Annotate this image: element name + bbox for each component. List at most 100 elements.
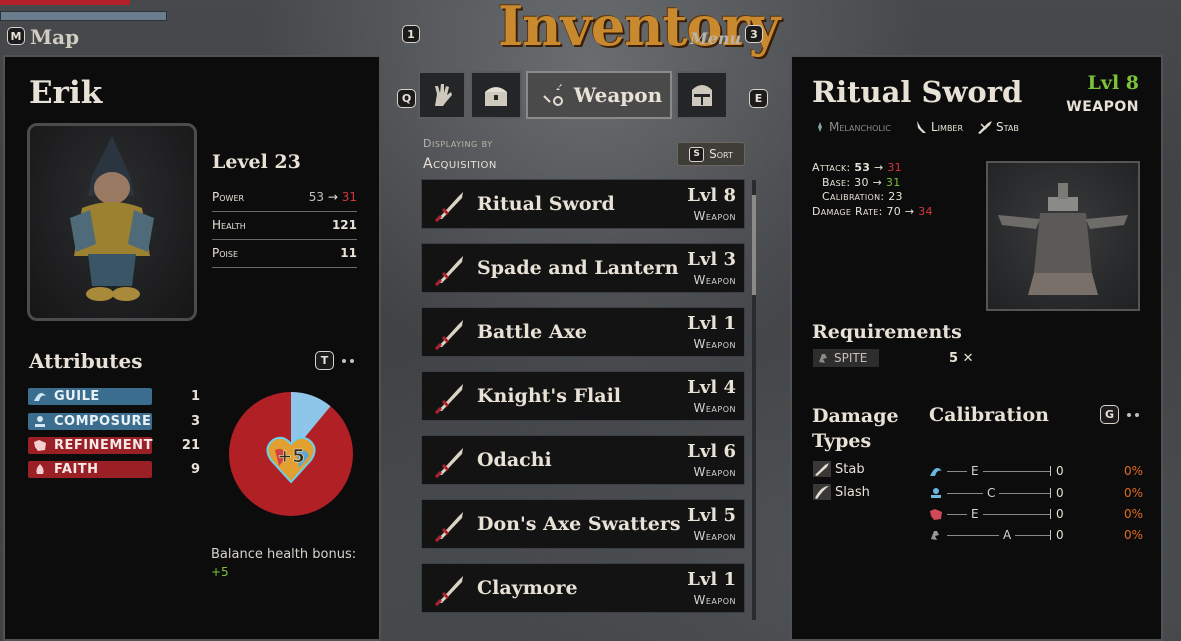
requirement-value: 5 ✕ [949, 351, 974, 366]
guile-icon [34, 392, 46, 401]
stat-value: 53 → 31 [308, 190, 357, 204]
attribute-refinement[interactable]: REFINEMENT [28, 437, 152, 454]
list-scroll-thumb[interactable] [752, 195, 756, 295]
tab-weapon[interactable]: Weapon [526, 71, 672, 119]
sword-icon [434, 448, 463, 479]
damage-type-slash: Slash [813, 484, 870, 500]
inventory-item[interactable]: Ritual Sword Lvl 8 Weapon [421, 179, 745, 229]
attribute-label: REFINEMENT [54, 438, 153, 453]
more-dots-icon[interactable] [1127, 413, 1139, 417]
calibration-row-refinement: E 0 0% [929, 506, 1149, 524]
composure-icon [35, 416, 45, 427]
item-level: Lvl 6 [687, 441, 736, 462]
faith-icon [36, 464, 44, 474]
balance-bonus-label: Balance health bonus: [211, 547, 357, 562]
refinement-icon [930, 509, 942, 520]
inventory-item[interactable]: Don's Axe Swatters Lvl 5 Weapon [421, 499, 745, 549]
tab-hand[interactable] [418, 71, 466, 119]
attributes-title: Attributes [29, 349, 143, 373]
chest-icon [485, 87, 507, 106]
sword-icon [434, 192, 463, 223]
calibration-key-hint[interactable]: G [1100, 405, 1119, 424]
item-level: Lvl 8 [687, 185, 736, 206]
item-name: Spade and Lantern [477, 257, 679, 279]
stat-value: 11 [340, 246, 357, 260]
stab-icon [813, 461, 831, 477]
stat-row-health: Health 121 [212, 211, 357, 240]
tab-armor[interactable] [676, 71, 728, 119]
inventory-item[interactable]: Knight's Flail Lvl 4 Weapon [421, 371, 745, 421]
item-type: Weapon [693, 337, 736, 351]
item-name: Claymore [477, 577, 578, 599]
detail-item-type: WEAPON [1066, 99, 1139, 115]
item-name: Knight's Flail [477, 385, 622, 407]
stamina-bar [0, 11, 167, 21]
item-type: Weapon [693, 593, 736, 607]
inventory-item[interactable]: Claymore Lvl 1 Weapon [421, 563, 745, 613]
sword-icon [434, 512, 463, 543]
attribute-balance-chart: +5 [229, 392, 353, 516]
stat-label: Health [212, 218, 246, 232]
attribute-label: FAITH [54, 462, 99, 477]
inventory-item[interactable]: Spade and Lantern Lvl 3 Weapon [421, 243, 745, 293]
spite-icon [931, 531, 939, 540]
item-level: Lvl 4 [687, 377, 736, 398]
attribute-label: COMPOSURE [54, 414, 152, 429]
calibration-grade: A [999, 528, 1016, 542]
character-panel: Erik Level 23 Power 53 → 31 Health 121 P… [3, 55, 381, 641]
calibration-grade: C [983, 486, 1000, 500]
stat-row-power: Power 53 → 31 [212, 183, 357, 212]
item-level: Lvl 3 [687, 249, 736, 270]
sword-icon [434, 576, 463, 607]
item-name: Odachi [477, 449, 552, 471]
attributes-key-hint[interactable]: T [315, 351, 334, 370]
character-level: Level 23 [212, 151, 301, 173]
refinement-icon [34, 440, 46, 451]
melancholic-icon [818, 122, 822, 132]
map-label[interactable]: Map [30, 25, 79, 49]
damage-types-title: Damage Types [812, 405, 899, 452]
calibration-row-spite: A 0 0% [929, 527, 1149, 545]
key-1-hint[interactable]: 1 [402, 25, 420, 43]
detail-item-level: Lvl 8 [1087, 72, 1139, 94]
key-3-hint[interactable]: 3 [745, 25, 763, 43]
item-type: Weapon [693, 465, 736, 479]
weapon-icon [539, 84, 563, 106]
attribute-faith[interactable]: FAITH [28, 461, 152, 478]
inventory-item[interactable]: Battle Axe Lvl 1 Weapon [421, 307, 745, 357]
trait-limber: Limber [914, 120, 963, 134]
sort-button[interactable]: S Sort [677, 142, 745, 166]
attribute-composure[interactable]: COMPOSURE [28, 413, 152, 430]
sort-header: Displaying by [423, 137, 493, 150]
character-figure [70, 136, 154, 301]
menu-label[interactable]: Menu [690, 29, 741, 48]
calibration-value: 0 [1056, 486, 1064, 500]
calibration-grade: E [967, 507, 983, 521]
sword-icon [434, 384, 463, 415]
helmet-icon [692, 85, 712, 106]
stat-attack: Attack: 53 → 31 [812, 161, 902, 174]
attribute-guile[interactable]: GUILE [28, 388, 152, 405]
detail-item-name: Ritual Sword [812, 75, 1023, 109]
more-dots-icon[interactable] [342, 359, 354, 363]
calibration-percent: 0% [1123, 486, 1143, 500]
trait-melancholic: Melancholic [814, 120, 891, 134]
sort-key-hint: S [689, 146, 705, 162]
calibration-percent: 0% [1123, 464, 1143, 478]
tab-chest[interactable] [470, 71, 522, 119]
item-name: Don's Axe Swatters [477, 513, 681, 535]
composure-icon [931, 488, 941, 498]
guile-icon [930, 467, 942, 476]
damage-type-stab: Stab [813, 461, 865, 477]
balance-bonus-value: +5 [211, 565, 229, 579]
prev-tab-key[interactable]: Q [397, 89, 416, 108]
calibration-percent: 0% [1123, 528, 1143, 542]
calibration-percent: 0% [1123, 507, 1143, 521]
next-tab-key[interactable]: E [749, 89, 768, 108]
attribute-value: 21 [181, 438, 200, 453]
map-key-hint[interactable]: M [7, 27, 25, 45]
inventory-item[interactable]: Odachi Lvl 6 Weapon [421, 435, 745, 485]
spite-icon [819, 354, 827, 363]
item-level: Lvl 5 [687, 505, 736, 526]
requirements-title: Requirements [812, 321, 962, 343]
